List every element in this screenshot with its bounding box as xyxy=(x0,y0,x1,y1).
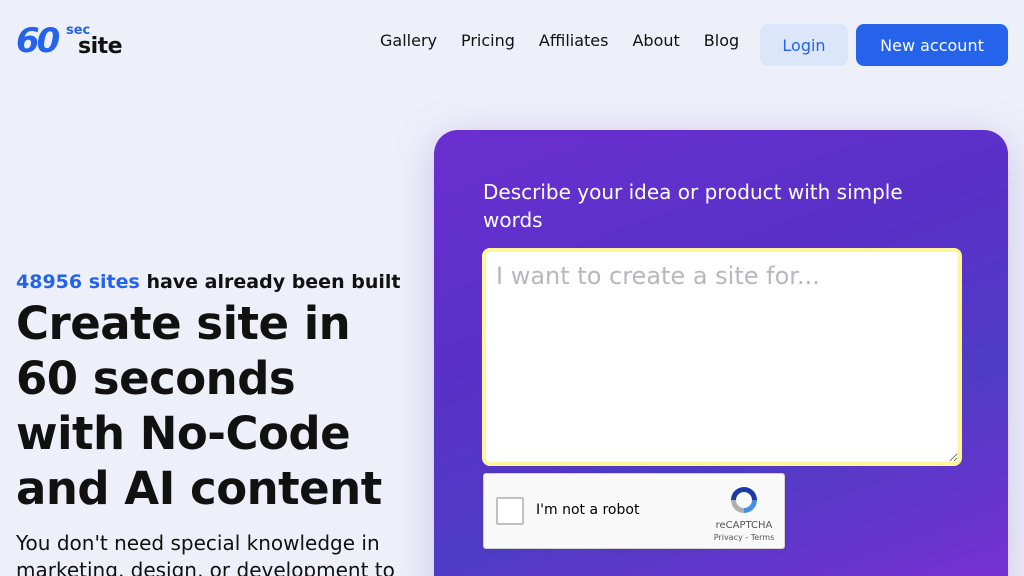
nav-item-gallery[interactable]: Gallery xyxy=(380,30,437,52)
nav-item-about[interactable]: About xyxy=(632,30,679,52)
logo-number: 60 xyxy=(16,21,60,61)
recaptcha-logo-icon xyxy=(731,487,757,513)
recaptcha-widget: I'm not a robot reCAPTCHA Privacy - Term… xyxy=(483,473,785,549)
recaptcha-brand: reCAPTCHA xyxy=(715,520,773,531)
hero-subtitle: You don't need special knowledge in mark… xyxy=(16,531,395,576)
recaptcha-links[interactable]: Privacy - Terms xyxy=(708,533,780,542)
idea-input-label: Describe your idea or product with simpl… xyxy=(483,180,903,232)
nav-item-pricing[interactable]: Pricing xyxy=(461,30,515,52)
logo-site: site xyxy=(78,34,123,59)
recaptcha-label: I'm not a robot xyxy=(536,502,640,518)
idea-input[interactable] xyxy=(482,248,962,466)
idea-form-card: Describe your idea or product with simpl… xyxy=(434,130,1008,576)
recaptcha-checkbox[interactable] xyxy=(496,497,524,525)
nav-item-blog[interactable]: Blog xyxy=(704,30,739,52)
new-account-button[interactable]: New account xyxy=(856,24,1008,66)
main-nav: Gallery Pricing Affiliates About Blog xyxy=(380,30,739,52)
nav-item-affiliates[interactable]: Affiliates xyxy=(539,30,609,52)
sites-count: 48956 sites xyxy=(16,271,140,293)
sites-count-suffix: have already been built xyxy=(146,271,401,293)
hero-title: Create site in 60 seconds with No-Code a… xyxy=(16,297,382,515)
site-logo[interactable]: 60 sec site xyxy=(16,22,134,62)
sites-counter: 48956 sites have already been built xyxy=(16,271,400,293)
login-button[interactable]: Login xyxy=(760,24,848,66)
